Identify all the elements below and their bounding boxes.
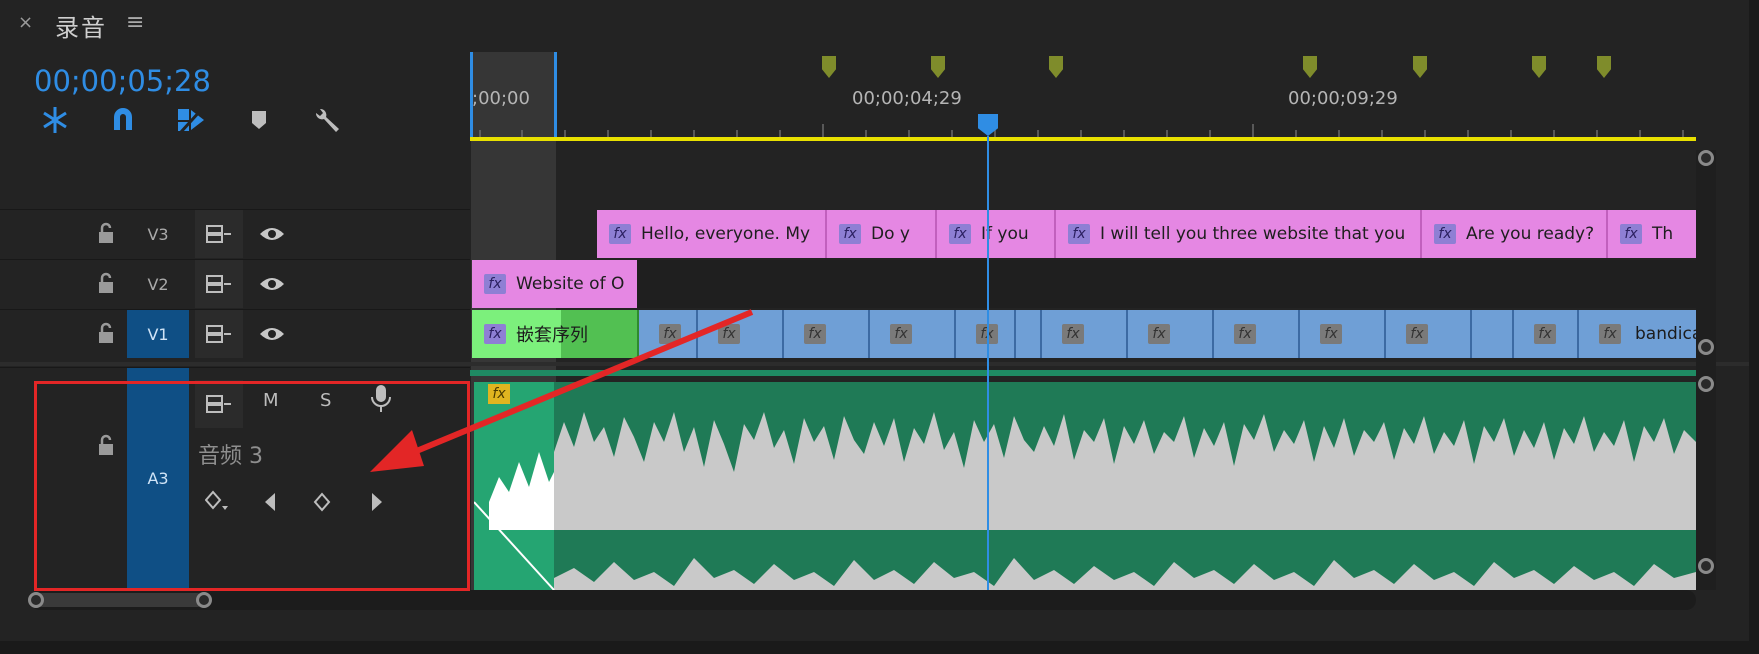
eye-visibility-icon[interactable] (248, 260, 296, 308)
clip-label: Hello, everyone. My (641, 224, 811, 244)
close-tab-button[interactable]: × (18, 12, 33, 33)
video-clip[interactable]: fx (1128, 310, 1214, 358)
zoom-right-knob[interactable] (196, 592, 212, 608)
eye-visibility-icon[interactable] (248, 310, 296, 358)
track-header-v3: V3 (0, 209, 470, 258)
track-v2-empty (637, 260, 1696, 308)
video-clip[interactable]: fx (1386, 310, 1472, 358)
lock-icon[interactable] (97, 322, 115, 344)
clip-label: bandica (1635, 324, 1703, 344)
playhead-line (987, 136, 989, 590)
video-clip[interactable]: fx (1214, 310, 1300, 358)
fx-badge: fx (484, 274, 506, 294)
video-clip[interactable] (1016, 310, 1042, 358)
lock-icon[interactable] (97, 272, 115, 294)
linked-selection-icon[interactable] (174, 103, 208, 137)
eye-visibility-icon[interactable] (248, 210, 296, 258)
magnet-snap-icon[interactable] (106, 103, 140, 137)
video-scroll-bottom-knob[interactable] (1698, 339, 1714, 355)
audio-scroll-bottom-knob[interactable] (1698, 558, 1714, 574)
fx-badge: fx (1434, 224, 1456, 244)
video-scroll-top-knob[interactable] (1698, 150, 1714, 166)
video-clip[interactable] (1472, 310, 1514, 358)
audio-scroll-top-knob[interactable] (1698, 376, 1714, 392)
caption-clip[interactable]: fx Are you ready? (1422, 210, 1608, 258)
panel-menu-icon[interactable]: ≡ (126, 10, 144, 35)
fx-icon: fx (1234, 324, 1256, 344)
track-label-v3[interactable]: V3 (127, 210, 189, 258)
sync-lock-icon[interactable] (195, 310, 243, 358)
caption-clip[interactable]: fx Th (1608, 210, 1700, 258)
track-label-v1[interactable]: V1 (127, 310, 189, 358)
clip-label: Do y (871, 224, 910, 244)
fx-badge: fx (839, 224, 861, 244)
clip-label: Are you ready? (1466, 224, 1595, 244)
panel-bottom-border (0, 641, 1759, 654)
video-clip[interactable]: fx (1514, 310, 1579, 358)
vertical-scrollbar[interactable] (1696, 150, 1716, 590)
horizontal-zoom-scrollbar[interactable] (30, 590, 1696, 610)
sync-lock-icon[interactable] (195, 260, 243, 308)
fx-icon: fx (1406, 324, 1428, 344)
wrench-settings-icon[interactable] (310, 103, 344, 137)
fx-badge: fx (1068, 224, 1090, 244)
lock-icon[interactable] (97, 222, 115, 244)
fx-badge: fx (1620, 224, 1642, 244)
panel-right-border (1749, 0, 1759, 654)
track-v1-clips: fx fx fx fx fx fx fx fx fx fx fx fxbandi… (639, 310, 1714, 358)
zoom-scroll-thumb[interactable] (34, 593, 204, 607)
playhead-timecode[interactable]: 00;00;05;28 (34, 64, 211, 98)
video-clip[interactable]: fx (870, 310, 956, 358)
ruler-label: ;00;00 (472, 88, 530, 109)
sync-lock-icon[interactable] (195, 210, 243, 258)
fx-icon: fx (1534, 324, 1556, 344)
video-clip[interactable]: fx (956, 310, 1016, 358)
video-clip[interactable]: fx (784, 310, 870, 358)
clip-label: I will tell you three website that you (1100, 224, 1406, 244)
clip-label: Website of O (516, 274, 625, 294)
fx-icon: fx (1062, 324, 1084, 344)
sequence-tab-title[interactable]: 录音 (55, 8, 107, 43)
caption-clip[interactable]: fx Hello, everyone. My (597, 210, 827, 258)
annotation-arrow (370, 309, 754, 472)
caption-clip[interactable]: fx Do y (827, 210, 937, 258)
snap-insert-icon[interactable] (38, 103, 72, 137)
fx-badge: fx (949, 224, 971, 244)
fx-badge: fx (609, 224, 631, 244)
video-clip[interactable]: fx (1300, 310, 1386, 358)
track-label-v2[interactable]: V2 (127, 260, 189, 308)
video-clip[interactable]: fx (1042, 310, 1128, 358)
clip-label: Th (1652, 224, 1674, 244)
fx-icon: fx (804, 324, 826, 344)
video-audio-divider[interactable] (0, 362, 1749, 366)
zoom-left-knob[interactable] (28, 592, 44, 608)
ruler-label: 00;00;09;29 (1288, 88, 1398, 109)
add-marker-icon[interactable] (242, 103, 276, 137)
caption-clip[interactable]: fx If you (937, 210, 1056, 258)
fx-icon: fx (1148, 324, 1170, 344)
video-clip[interactable]: fx bandica (1579, 310, 1714, 358)
caption-clip[interactable]: fx I will tell you three website that you (1056, 210, 1422, 258)
track-v3-clips: fx Hello, everyone. My fx Do y fx If you fx… (597, 210, 1700, 258)
work-area-bar[interactable] (470, 137, 1696, 141)
fx-icon: fx (1320, 324, 1342, 344)
fx-icon: fx (890, 324, 912, 344)
fx-icon: fx (1599, 324, 1621, 344)
ruler-label: 00;00;04;29 (852, 88, 962, 109)
